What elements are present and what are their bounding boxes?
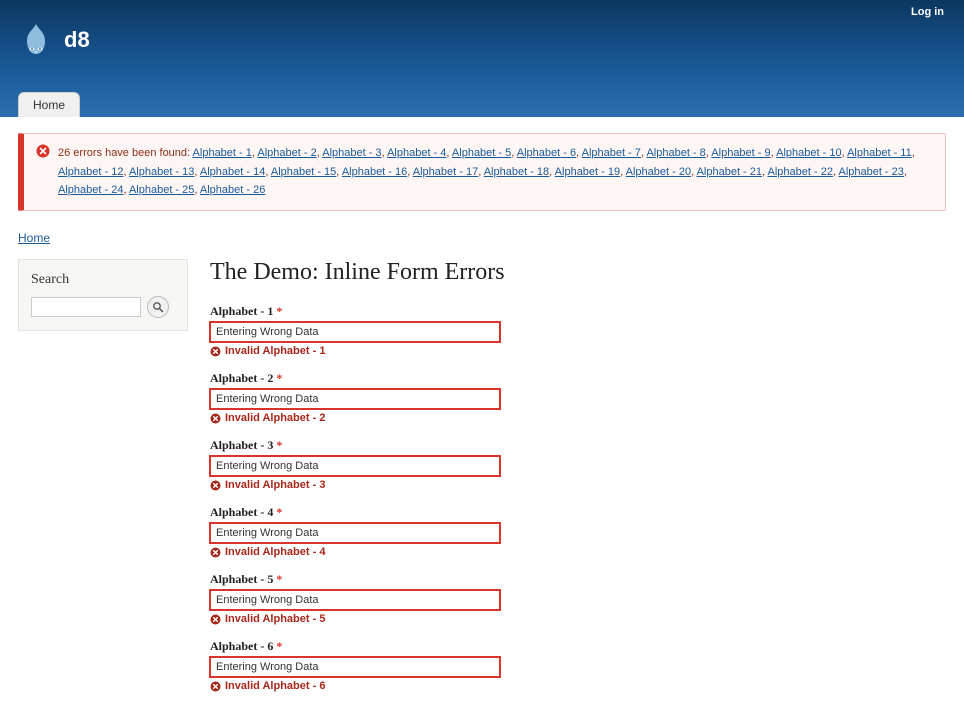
search-icon [152, 301, 164, 313]
error-summary-link[interactable]: Alphabet - 14 [200, 166, 265, 178]
error-summary-link[interactable]: Alphabet - 10 [776, 147, 841, 159]
form-field: Alphabet - 2 * Invalid Alphabet - 2 [210, 371, 946, 424]
error-summary-link[interactable]: Alphabet - 19 [555, 166, 620, 178]
field-label: Alphabet - 6 * [210, 639, 282, 654]
error-icon [36, 144, 50, 158]
error-summary-link[interactable]: Alphabet - 25 [129, 184, 194, 196]
form-field: Alphabet - 6 * Invalid Alphabet - 6 [210, 639, 946, 692]
error-icon [210, 480, 221, 491]
field-error-text: Invalid Alphabet - 6 [225, 680, 325, 692]
error-summary-link[interactable]: Alphabet - 18 [484, 166, 549, 178]
drupal-logo-icon [18, 22, 54, 58]
field-error: Invalid Alphabet - 4 [210, 546, 946, 558]
field-label: Alphabet - 3 * [210, 438, 282, 453]
required-marker: * [276, 304, 282, 318]
error-summary-link[interactable]: Alphabet - 22 [768, 166, 833, 178]
field-error-text: Invalid Alphabet - 3 [225, 479, 325, 491]
error-summary-link[interactable]: Alphabet - 21 [697, 166, 762, 178]
site-header: Log in d8 Home [0, 0, 964, 117]
field-error-text: Invalid Alphabet - 4 [225, 546, 325, 558]
error-icon [210, 547, 221, 558]
error-summary-link[interactable]: Alphabet - 1 [193, 147, 252, 159]
error-summary-link[interactable]: Alphabet - 7 [582, 147, 641, 159]
required-marker: * [276, 572, 282, 586]
brand: d8 [18, 0, 946, 58]
error-summary-link[interactable]: Alphabet - 16 [342, 166, 407, 178]
field-error-text: Invalid Alphabet - 1 [225, 345, 325, 357]
error-summary-link[interactable]: Alphabet - 2 [257, 147, 316, 159]
field-error: Invalid Alphabet - 5 [210, 613, 946, 625]
field-error: Invalid Alphabet - 1 [210, 345, 946, 357]
form-field: Alphabet - 5 * Invalid Alphabet - 5 [210, 572, 946, 625]
site-name: d8 [64, 27, 90, 53]
error-summary-link[interactable]: Alphabet - 5 [452, 147, 511, 159]
required-marker: * [276, 505, 282, 519]
sidebar-search: Search [18, 259, 188, 331]
alphabet-input[interactable] [210, 456, 500, 476]
form-field: Alphabet - 1 * Invalid Alphabet - 1 [210, 304, 946, 357]
field-error-text: Invalid Alphabet - 5 [225, 613, 325, 625]
error-summary-link[interactable]: Alphabet - 15 [271, 166, 336, 178]
field-label: Alphabet - 2 * [210, 371, 282, 386]
search-label: Search [31, 272, 175, 288]
error-summary-intro: 26 errors have been found: [58, 147, 190, 159]
error-summary: 26 errors have been found: Alphabet - 1,… [18, 133, 946, 211]
required-marker: * [276, 639, 282, 653]
error-summary-link[interactable]: Alphabet - 6 [517, 147, 576, 159]
required-marker: * [276, 438, 282, 452]
field-label: Alphabet - 4 * [210, 505, 282, 520]
error-icon [210, 681, 221, 692]
required-marker: * [276, 371, 282, 385]
field-label: Alphabet - 5 * [210, 572, 282, 587]
form-field: Alphabet - 3 * Invalid Alphabet - 3 [210, 438, 946, 491]
error-summary-link[interactable]: Alphabet - 26 [200, 184, 265, 196]
error-summary-link[interactable]: Alphabet - 20 [626, 166, 691, 178]
alphabet-input[interactable] [210, 523, 500, 543]
field-error: Invalid Alphabet - 6 [210, 680, 946, 692]
error-summary-link[interactable]: Alphabet - 8 [646, 147, 705, 159]
main-content: The Demo: Inline Form Errors Alphabet - … [210, 259, 946, 706]
tab-home[interactable]: Home [18, 92, 80, 117]
field-error: Invalid Alphabet - 3 [210, 479, 946, 491]
search-input[interactable] [31, 297, 141, 317]
error-icon [210, 413, 221, 424]
breadcrumb-home[interactable]: Home [18, 231, 50, 245]
field-error: Invalid Alphabet - 2 [210, 412, 946, 424]
error-icon [210, 614, 221, 625]
error-icon [210, 346, 221, 357]
error-summary-link[interactable]: Alphabet - 9 [711, 147, 770, 159]
alphabet-input[interactable] [210, 389, 500, 409]
error-summary-link[interactable]: Alphabet - 24 [58, 184, 123, 196]
error-summary-link[interactable]: Alphabet - 3 [322, 147, 381, 159]
alphabet-input[interactable] [210, 590, 500, 610]
alphabet-input[interactable] [210, 657, 500, 677]
error-summary-link[interactable]: Alphabet - 17 [413, 166, 478, 178]
alphabet-input[interactable] [210, 322, 500, 342]
search-button[interactable] [147, 296, 169, 318]
field-label: Alphabet - 1 * [210, 304, 282, 319]
page-title: The Demo: Inline Form Errors [210, 259, 946, 286]
error-summary-link[interactable]: Alphabet - 13 [129, 166, 194, 178]
error-summary-link[interactable]: Alphabet - 23 [838, 166, 903, 178]
error-summary-link[interactable]: Alphabet - 12 [58, 166, 123, 178]
field-error-text: Invalid Alphabet - 2 [225, 412, 325, 424]
error-summary-link[interactable]: Alphabet - 11 [847, 147, 912, 159]
breadcrumb: Home [18, 231, 946, 245]
error-summary-link[interactable]: Alphabet - 4 [387, 147, 446, 159]
